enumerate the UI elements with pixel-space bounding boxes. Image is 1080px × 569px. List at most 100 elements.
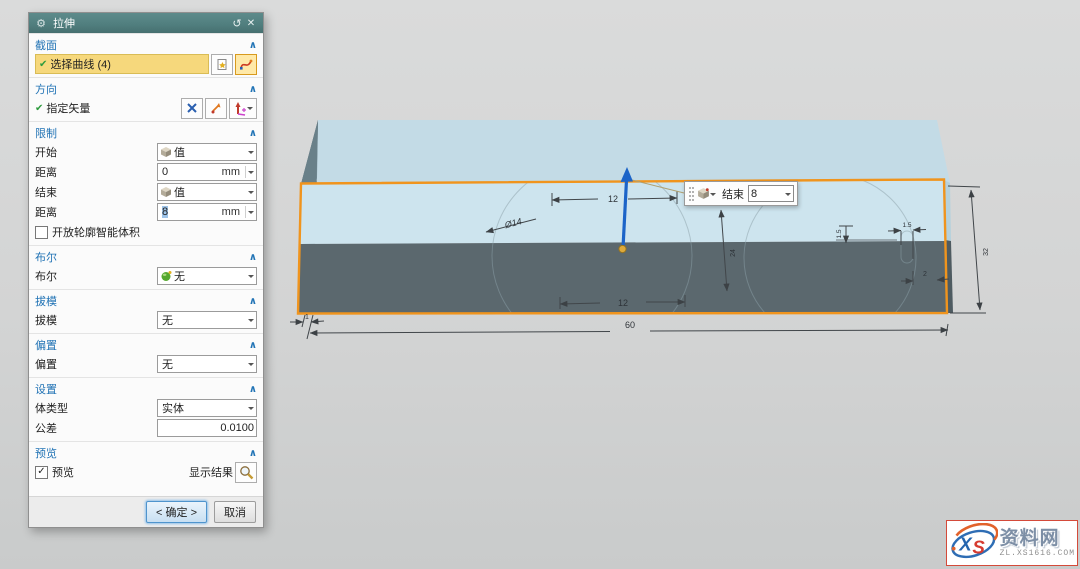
sketch-curve-icon: [239, 57, 253, 71]
end-label: 结束: [722, 186, 744, 202]
offset-value: 无: [160, 356, 248, 372]
direction-group-header[interactable]: 方向: [35, 81, 257, 97]
offset-group-header[interactable]: 偏置: [35, 337, 257, 353]
collapse-icon[interactable]: [249, 296, 257, 307]
settings-group-header[interactable]: 设置: [35, 381, 257, 397]
chevron-down-icon: [710, 193, 716, 199]
application-window: 12 Ø14 12 60 1 24 32 1.5 1.5 2: [0, 0, 1080, 569]
boolean-dropdown[interactable]: 无: [157, 267, 257, 285]
tolerance-input[interactable]: 0.0100: [157, 419, 257, 437]
boolean-group-header[interactable]: 布尔: [35, 249, 257, 265]
chevron-down-icon: [248, 211, 254, 217]
collapse-icon[interactable]: [249, 252, 257, 263]
cube-icon: [697, 187, 710, 200]
limits-group-header[interactable]: 限制: [35, 125, 257, 141]
extrude-dialog: 拉伸 截面 选择曲线 (4): [28, 12, 264, 528]
chevron-down-icon: [248, 363, 254, 369]
check-icon: [39, 59, 47, 70]
offset-dropdown[interactable]: 无: [157, 355, 257, 373]
cube-icon: [160, 186, 172, 198]
collapse-icon[interactable]: [249, 384, 257, 395]
drag-handle-icon[interactable]: [688, 186, 695, 202]
watermark: X S 资料网 ZL.XS1616.COM: [946, 520, 1078, 566]
limit-option-button[interactable]: [695, 184, 718, 203]
collapse-icon[interactable]: [249, 40, 257, 51]
dim-right-2[interactable]: 2: [923, 271, 927, 278]
draft-value: 无: [160, 312, 248, 328]
offset-group: 偏置 偏置 无: [29, 333, 263, 377]
chevron-down-icon: [248, 275, 254, 281]
draft-group-header[interactable]: 拔模: [35, 293, 257, 309]
end-distance-value: 8: [162, 206, 168, 218]
close-icon[interactable]: [244, 17, 258, 29]
end-distance-input[interactable]: 8 mm: [157, 203, 257, 221]
watermark-site-name: 资料网: [1000, 529, 1075, 549]
sketch-section-button[interactable]: [235, 54, 257, 75]
vector-axis-icon: [234, 101, 247, 116]
offset-label: 偏置: [35, 356, 157, 372]
section-group-header[interactable]: 截面: [35, 37, 257, 53]
preview-group-header[interactable]: 预览: [35, 445, 257, 461]
dim-height-24[interactable]: 24: [730, 249, 737, 257]
dialog-title: 拉伸: [53, 15, 230, 31]
reverse-direction-button[interactable]: [181, 98, 203, 119]
body-type-value: 实体: [160, 400, 248, 416]
unit-label: mm: [222, 166, 240, 178]
draft-dropdown[interactable]: 无: [157, 311, 257, 329]
end-option-value: 值: [172, 184, 248, 200]
collapse-icon[interactable]: [249, 448, 257, 459]
dialog-footer: < 确定 > 取消: [29, 496, 263, 527]
unit-label: mm: [222, 206, 240, 218]
section-group: 截面 选择曲线 (4): [29, 33, 263, 77]
dim-height-32[interactable]: 32: [983, 248, 990, 256]
vector-option-button[interactable]: [229, 98, 257, 119]
end-distance-input[interactable]: 8: [748, 185, 794, 202]
curve-rule-button[interactable]: [211, 54, 233, 75]
ok-button[interactable]: < 确定 >: [146, 501, 207, 523]
tolerance-label: 公差: [35, 420, 157, 436]
dialog-titlebar[interactable]: 拉伸: [29, 13, 263, 33]
origin-point[interactable]: [619, 245, 626, 252]
chevron-down-icon: [248, 407, 254, 413]
specify-vector-label: 指定矢量: [46, 100, 179, 116]
end-distance-label: 距离: [35, 204, 157, 220]
open-profile-label: 开放轮廓智能体积: [52, 224, 257, 240]
show-result-button[interactable]: [235, 462, 257, 483]
preview-header-label: 预览: [35, 445, 249, 461]
dim-left-1[interactable]: 1: [305, 314, 309, 321]
open-profile-checkbox[interactable]: [35, 226, 48, 239]
boolean-header-label: 布尔: [35, 249, 249, 265]
cancel-button[interactable]: 取消: [214, 501, 256, 523]
end-distance-value: 8: [751, 188, 785, 200]
direction-group: 方向 指定矢量: [29, 77, 263, 121]
select-curves-field[interactable]: 选择曲线 (4): [35, 54, 209, 74]
dim-top-12[interactable]: 12: [608, 194, 618, 204]
offset-header-label: 偏置: [35, 337, 249, 353]
collapse-icon[interactable]: [249, 128, 257, 139]
vector-dialog-icon: [210, 102, 222, 114]
collapse-icon[interactable]: [249, 340, 257, 351]
start-label: 开始: [35, 144, 157, 160]
preview-checkbox[interactable]: [35, 466, 48, 479]
dim-width-60[interactable]: 60: [625, 320, 635, 330]
select-list-icon: [216, 58, 229, 71]
watermark-site-url: ZL.XS1616.COM: [1000, 549, 1075, 558]
vector-dialog-button[interactable]: [205, 98, 227, 119]
collapse-icon[interactable]: [249, 84, 257, 95]
start-distance-input[interactable]: 0 mm: [157, 163, 257, 181]
dialog-menu-icon[interactable]: [34, 17, 48, 30]
reset-icon[interactable]: [230, 17, 244, 30]
check-icon: [35, 103, 43, 114]
end-option-dropdown[interactable]: 值: [157, 183, 257, 201]
dim-v-1_5[interactable]: 1.5: [836, 229, 843, 238]
start-option-dropdown[interactable]: 值: [157, 143, 257, 161]
logo-letter-s: S: [972, 536, 985, 557]
chevron-down-icon: [785, 193, 791, 199]
body-type-dropdown[interactable]: 实体: [157, 399, 257, 417]
dim-bottom-12[interactable]: 12: [618, 298, 628, 308]
extrude-onscreen-toolbar[interactable]: 结束 8: [684, 181, 798, 206]
chevron-down-icon: [248, 151, 254, 157]
start-option-value: 值: [172, 144, 248, 160]
start-distance-label: 距离: [35, 164, 157, 180]
dim-h-1_5[interactable]: 1.5: [902, 222, 911, 229]
